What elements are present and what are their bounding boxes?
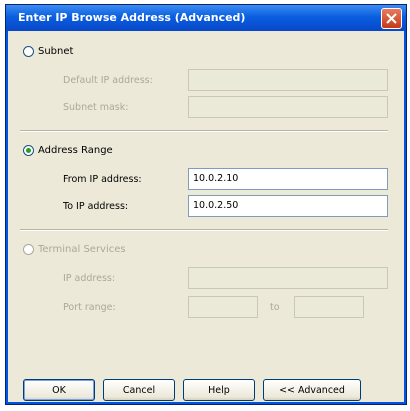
ip-browse-dialog: Enter IP Browse Address (Advanced) Subne… [5, 4, 407, 405]
close-icon [386, 13, 397, 24]
port-range-label: Port range: [63, 302, 116, 313]
separator-2 [20, 229, 388, 231]
to-ip-label: To IP address: [63, 201, 129, 212]
default-ip-field[interactable] [188, 69, 388, 91]
from-ip-label: From IP address: [63, 174, 142, 185]
close-button[interactable] [381, 8, 402, 29]
advanced-button[interactable]: << Advanced [263, 379, 361, 401]
help-button[interactable]: Help [183, 379, 255, 401]
address-range-radio-label: Address Range [38, 145, 113, 156]
subnet-mask-label: Subnet mask: [63, 102, 129, 113]
separator-1 [20, 130, 388, 132]
subnet-radio-label: Subnet [38, 46, 74, 57]
subnet-mask-field[interactable] [188, 96, 388, 118]
subnet-radio-circle[interactable] [23, 46, 34, 57]
terminal-services-radio-label: Terminal Services [38, 244, 126, 255]
ok-button[interactable]: OK [23, 379, 95, 401]
to-ip-field[interactable]: 10.0.2.50 [188, 195, 388, 217]
port-from-field[interactable] [188, 296, 258, 318]
title-bar[interactable]: Enter IP Browse Address (Advanced) [6, 5, 406, 31]
cancel-button[interactable]: Cancel [103, 379, 175, 401]
ts-ip-label: IP address: [63, 273, 116, 284]
ts-ip-field[interactable] [188, 267, 388, 289]
address-range-radio-circle[interactable] [23, 145, 34, 156]
port-separator-label: to [270, 302, 280, 313]
window-title: Enter IP Browse Address (Advanced) [18, 11, 246, 24]
port-to-field[interactable] [294, 296, 364, 318]
terminal-services-radio-circle[interactable] [23, 244, 34, 255]
from-ip-field[interactable]: 10.0.2.10 [188, 168, 388, 190]
terminal-services-radio[interactable]: Terminal Services [23, 244, 126, 255]
subnet-radio[interactable]: Subnet [23, 46, 73, 57]
address-range-radio[interactable]: Address Range [23, 145, 113, 156]
default-ip-label: Default IP address: [63, 75, 153, 86]
